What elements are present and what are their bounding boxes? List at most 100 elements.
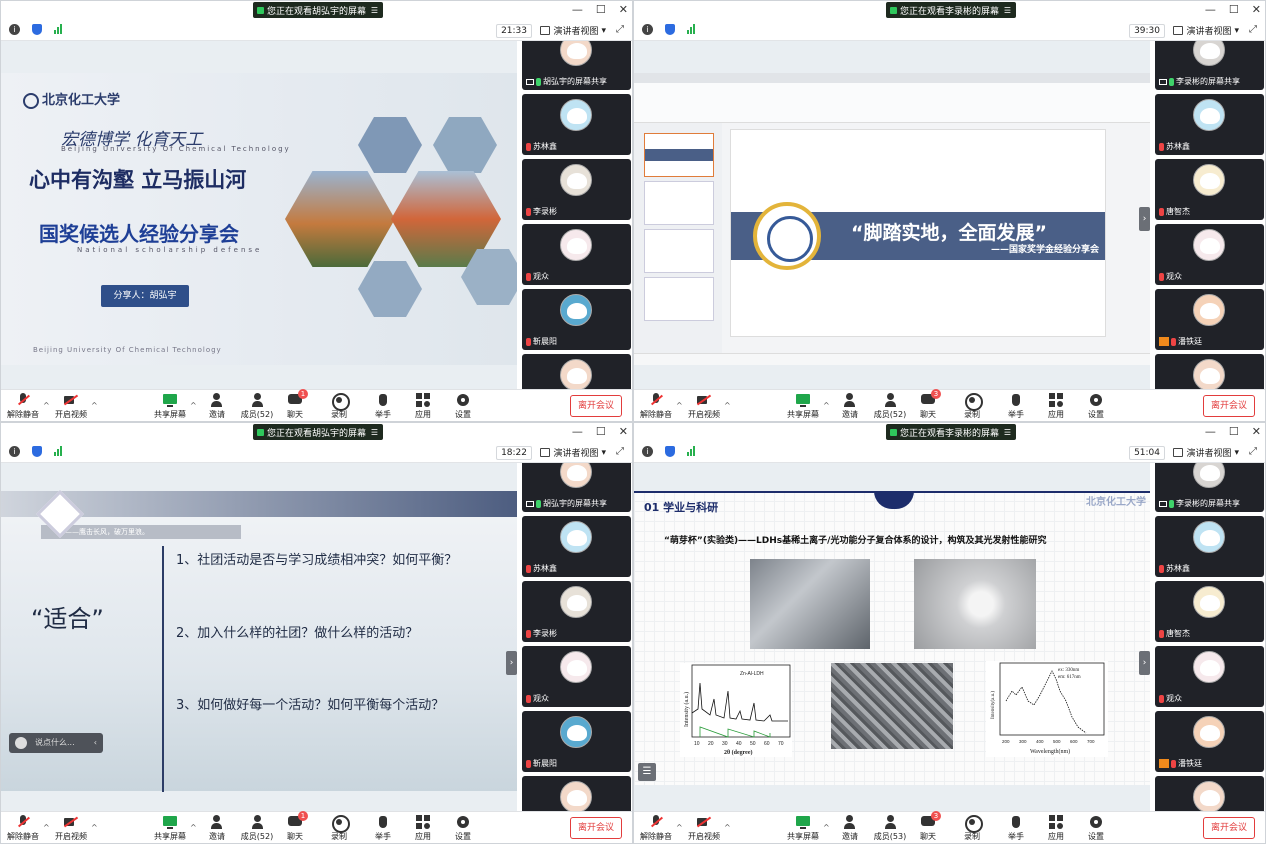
chevron-up-icon[interactable]: ^ [676, 823, 683, 832]
record-button[interactable]: 录制 [321, 815, 357, 842]
share-screen-button[interactable]: 共享屏幕 [152, 393, 188, 420]
maximize-icon[interactable]: ☐ [1229, 425, 1239, 438]
view-mode-select[interactable]: 演讲者视图 ▾ [540, 24, 606, 37]
video-button[interactable]: 开启视频 [53, 393, 89, 420]
participant-tile[interactable]: 潘铁廷 [1155, 289, 1264, 350]
mute-button[interactable]: 解除静音 [638, 393, 674, 420]
invite-button[interactable]: 邀请 [199, 815, 235, 842]
leave-meeting-button[interactable]: 离开会议 [570, 817, 622, 839]
sharing-banner[interactable]: 您正在观看胡弘宇的屏幕 ☰ [253, 424, 383, 440]
participant-tile[interactable]: 潘铁廷 [1155, 711, 1264, 772]
menu-icon[interactable]: ☰ [1004, 428, 1011, 437]
fullscreen-icon[interactable]: ⤢ [1249, 446, 1257, 457]
slide-thumbnail[interactable] [644, 229, 714, 273]
record-button[interactable]: 录制 [321, 393, 357, 420]
members-button[interactable]: 成员(52) [872, 393, 908, 420]
chevron-up-icon[interactable]: ^ [190, 401, 197, 410]
info-icon[interactable]: i [642, 24, 653, 35]
members-button[interactable]: 成员(52) [239, 393, 275, 420]
participant-tile[interactable]: 观众 [522, 646, 631, 707]
info-icon[interactable]: i [9, 24, 20, 35]
raise-hand-button[interactable]: 举手 [998, 393, 1034, 420]
fullscreen-icon[interactable]: ⤢ [1249, 24, 1257, 35]
sharing-banner[interactable]: 您正在观看李录彬的屏幕 ☰ [886, 424, 1016, 440]
members-button[interactable]: 成员(53) [872, 815, 908, 842]
share-screen-button[interactable]: 共享屏幕 [785, 815, 821, 842]
settings-button[interactable]: 设置 [445, 815, 481, 842]
fullscreen-icon[interactable]: ⤢ [616, 24, 624, 35]
members-button[interactable]: 成员(52) [239, 815, 275, 842]
chevron-up-icon[interactable]: ^ [724, 823, 731, 832]
share-screen-button[interactable]: 共享屏幕 [152, 815, 188, 842]
invite-button[interactable]: 邀请 [832, 815, 868, 842]
chevron-up-icon[interactable]: ^ [823, 401, 830, 410]
chevron-up-icon[interactable]: ^ [43, 401, 50, 410]
view-mode-select[interactable]: 演讲者视图 ▾ [1173, 446, 1239, 459]
signal-icon[interactable] [54, 446, 62, 456]
participant-tile[interactable]: ⌄ [522, 776, 631, 811]
menu-icon[interactable]: ☰ [371, 428, 378, 437]
close-icon[interactable]: ✕ [1252, 425, 1261, 438]
participant-tile[interactable]: 李录彬的屏幕共享 [1155, 463, 1264, 512]
minimize-icon[interactable]: — [1205, 3, 1216, 16]
chevron-up-icon[interactable]: ^ [823, 823, 830, 832]
emoji-icon[interactable] [15, 737, 27, 749]
signal-icon[interactable] [54, 24, 62, 34]
invite-button[interactable]: 邀请 [832, 393, 868, 420]
minimize-icon[interactable]: — [1205, 425, 1216, 438]
apps-button[interactable]: 应用 [1038, 393, 1074, 420]
participant-tile[interactable]: 唐智杰 [1155, 581, 1264, 642]
chat-button[interactable]: 1 聊天 [277, 811, 313, 842]
participant-tile[interactable]: 苏林鑫 [1155, 94, 1264, 155]
participant-tile[interactable]: ⌄ [1155, 354, 1264, 389]
raise-hand-button[interactable]: 举手 [365, 393, 401, 420]
participant-tile[interactable]: 苏林鑫 [522, 516, 631, 577]
apps-button[interactable]: 应用 [405, 393, 441, 420]
signal-icon[interactable] [687, 446, 695, 456]
maximize-icon[interactable]: ☐ [596, 425, 606, 438]
close-icon[interactable]: ✕ [1252, 3, 1261, 16]
chevron-left-icon[interactable]: ‹ [94, 733, 97, 753]
participant-tile[interactable]: ⌄ [1155, 776, 1264, 811]
mute-button[interactable]: 解除静音 [5, 393, 41, 420]
chevron-up-icon[interactable]: ^ [91, 401, 98, 410]
participant-tile[interactable]: 靳晨阳 [522, 711, 631, 772]
signal-icon[interactable] [687, 24, 695, 34]
fullscreen-icon[interactable]: ⤢ [616, 446, 624, 457]
leave-meeting-button[interactable]: 离开会议 [1203, 817, 1255, 839]
chat-button[interactable]: 1 聊天 [277, 389, 313, 420]
share-screen-button[interactable]: 共享屏幕 [785, 393, 821, 420]
participant-tile[interactable]: 李录彬 [522, 581, 631, 642]
participant-tile[interactable]: 观众 [1155, 224, 1264, 285]
invite-button[interactable]: 邀请 [199, 393, 235, 420]
mute-button[interactable]: 解除静音 [638, 815, 674, 842]
chat-button[interactable]: 3 聊天 [910, 811, 946, 842]
settings-button[interactable]: 设置 [1078, 815, 1114, 842]
chevron-up-icon[interactable]: ^ [724, 401, 731, 410]
slide-canvas[interactable]: “脚踏实地，全面发展” ——国家奖学金经验分享会 [730, 129, 1106, 337]
slide-thumbnail[interactable] [644, 277, 714, 321]
chevron-up-icon[interactable]: ^ [91, 823, 98, 832]
video-button[interactable]: 开启视频 [686, 393, 722, 420]
shield-icon[interactable] [32, 24, 42, 35]
chevron-up-icon[interactable]: ^ [676, 401, 683, 410]
participant-tile[interactable]: 李录彬的屏幕共享 [1155, 41, 1264, 90]
close-icon[interactable]: ✕ [619, 3, 628, 16]
settings-button[interactable]: 设置 [1078, 393, 1114, 420]
record-button[interactable]: 录制 [954, 393, 990, 420]
participant-tile[interactable]: 苏林鑫 [522, 94, 631, 155]
comment-input[interactable]: 说点什么... ‹ [9, 733, 103, 753]
chevron-right-icon[interactable]: › [1139, 651, 1150, 675]
settings-button[interactable]: 设置 [445, 393, 481, 420]
participant-tile[interactable]: 胡弘宇的屏幕共享 [522, 463, 631, 512]
sharing-banner[interactable]: 您正在观看李录彬的屏幕 ☰ [886, 2, 1016, 18]
menu-icon[interactable]: ☰ [371, 6, 378, 15]
participant-tile[interactable]: 李录彬 [522, 159, 631, 220]
minimize-icon[interactable]: — [572, 425, 583, 438]
raise-hand-button[interactable]: 举手 [998, 815, 1034, 842]
maximize-icon[interactable]: ☐ [1229, 3, 1239, 16]
shield-icon[interactable] [665, 446, 675, 457]
participant-tile[interactable]: 胡弘宇的屏幕共享 [522, 41, 631, 90]
view-mode-select[interactable]: 演讲者视图 ▾ [540, 446, 606, 459]
video-button[interactable]: 开启视频 [686, 815, 722, 842]
